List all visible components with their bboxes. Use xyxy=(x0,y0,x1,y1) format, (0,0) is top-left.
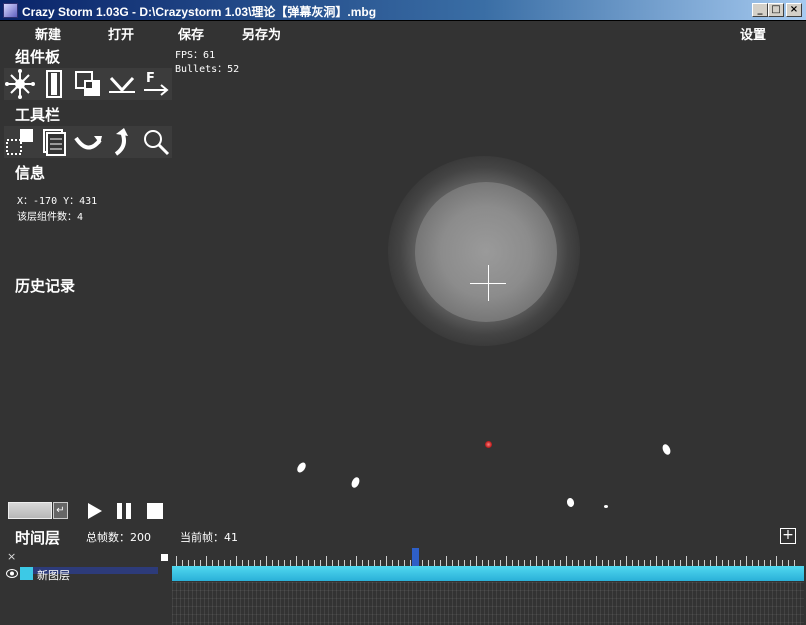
ruler-tick xyxy=(356,556,357,566)
window-title: Crazy Storm 1.03G - D:\Crazystorm 1.03\理… xyxy=(22,5,377,19)
play-icon[interactable] xyxy=(86,502,104,520)
timeline-heading: 时间层 xyxy=(15,529,61,547)
player-marker xyxy=(485,441,492,448)
layer-track[interactable] xyxy=(172,566,804,581)
bullet-counter: Bullets：52 xyxy=(175,64,240,75)
layer-color-swatch xyxy=(20,567,33,580)
ruler-tick xyxy=(476,556,477,566)
ruler-tick xyxy=(326,556,327,566)
current-frame: 当前帧：41 xyxy=(180,531,238,544)
bullet xyxy=(565,497,576,508)
frame-enter-button[interactable]: ↵ xyxy=(53,502,68,519)
eye-icon[interactable] xyxy=(6,569,18,578)
ruler-tick xyxy=(626,556,627,566)
rebound-icon[interactable] xyxy=(106,68,138,100)
select-icon[interactable] xyxy=(4,126,36,158)
layer-name[interactable]: 新图层 xyxy=(37,567,70,583)
ruler-tick xyxy=(656,556,657,566)
close-button[interactable]: × xyxy=(786,3,802,17)
frame-input[interactable] xyxy=(8,502,52,519)
menu-save-as[interactable]: 另存为 xyxy=(242,24,281,43)
ruler-tick xyxy=(176,556,177,566)
timeline-grid[interactable] xyxy=(172,582,804,625)
mask-icon[interactable] xyxy=(72,68,104,100)
ruler-tick xyxy=(536,556,537,566)
app-icon xyxy=(3,3,18,18)
crosshair-vertical xyxy=(488,265,489,301)
menu-save[interactable]: 保存 xyxy=(178,24,204,43)
minimize-button[interactable]: _ xyxy=(752,3,768,17)
start-marker xyxy=(161,554,168,561)
redo-icon[interactable] xyxy=(106,126,138,158)
ruler-tick xyxy=(506,556,507,566)
delete-layer-button[interactable]: × xyxy=(7,550,16,563)
copy-icon[interactable] xyxy=(38,126,70,158)
title-bar: Crazy Storm 1.03G - D:\Crazystorm 1.03\理… xyxy=(0,0,806,21)
ruler-tick xyxy=(596,556,597,566)
ruler-tick xyxy=(296,556,297,566)
stop-icon[interactable] xyxy=(146,502,164,520)
force-field-icon[interactable]: F xyxy=(140,68,172,100)
tools-toolbar xyxy=(4,126,172,158)
ruler-tick xyxy=(446,556,447,566)
add-layer-button[interactable]: + xyxy=(780,528,796,544)
menu-settings[interactable]: 设置 xyxy=(740,24,766,43)
emitter-core xyxy=(415,182,557,322)
ruler-tick xyxy=(716,556,717,566)
components-toolbar: F xyxy=(4,68,172,100)
bullet xyxy=(604,505,608,508)
ruler-tick xyxy=(686,556,687,566)
ruler-tick xyxy=(746,556,747,566)
bullet xyxy=(295,460,308,475)
cursor-coordinates: X：-170 Y：431 xyxy=(17,196,98,207)
fps-counter: FPS：61 xyxy=(175,50,216,61)
components-heading: 组件板 xyxy=(15,48,61,66)
laser-icon[interactable] xyxy=(38,68,70,100)
ruler-tick xyxy=(386,556,387,566)
zoom-icon[interactable] xyxy=(140,126,172,158)
ruler-tick xyxy=(566,556,567,566)
ruler-tick xyxy=(206,556,207,566)
total-frames: 总帧数：200 xyxy=(86,531,151,544)
maximize-button[interactable]: □ xyxy=(768,3,784,17)
emitter-icon[interactable] xyxy=(4,68,36,100)
bullet xyxy=(350,476,361,489)
layer-component-count: 该层组件数：4 xyxy=(17,212,84,223)
menu-open[interactable]: 打开 xyxy=(108,24,134,43)
menu-new[interactable]: 新建 xyxy=(35,24,61,43)
tools-heading: 工具栏 xyxy=(15,106,61,124)
history-heading: 历史记录 xyxy=(15,277,76,295)
info-heading: 信息 xyxy=(15,164,46,182)
ruler-tick xyxy=(266,556,267,566)
bullet xyxy=(661,443,672,456)
ruler-tick xyxy=(236,556,237,566)
menu-bar: 新建 打开 保存 另存为 设置 xyxy=(0,21,806,43)
pause-icon[interactable] xyxy=(115,502,133,520)
svg-text:F: F xyxy=(146,71,155,86)
playhead[interactable] xyxy=(412,548,419,566)
undo-icon[interactable] xyxy=(72,126,104,158)
ruler-tick xyxy=(776,556,777,566)
frame-ruler[interactable] xyxy=(172,548,804,566)
